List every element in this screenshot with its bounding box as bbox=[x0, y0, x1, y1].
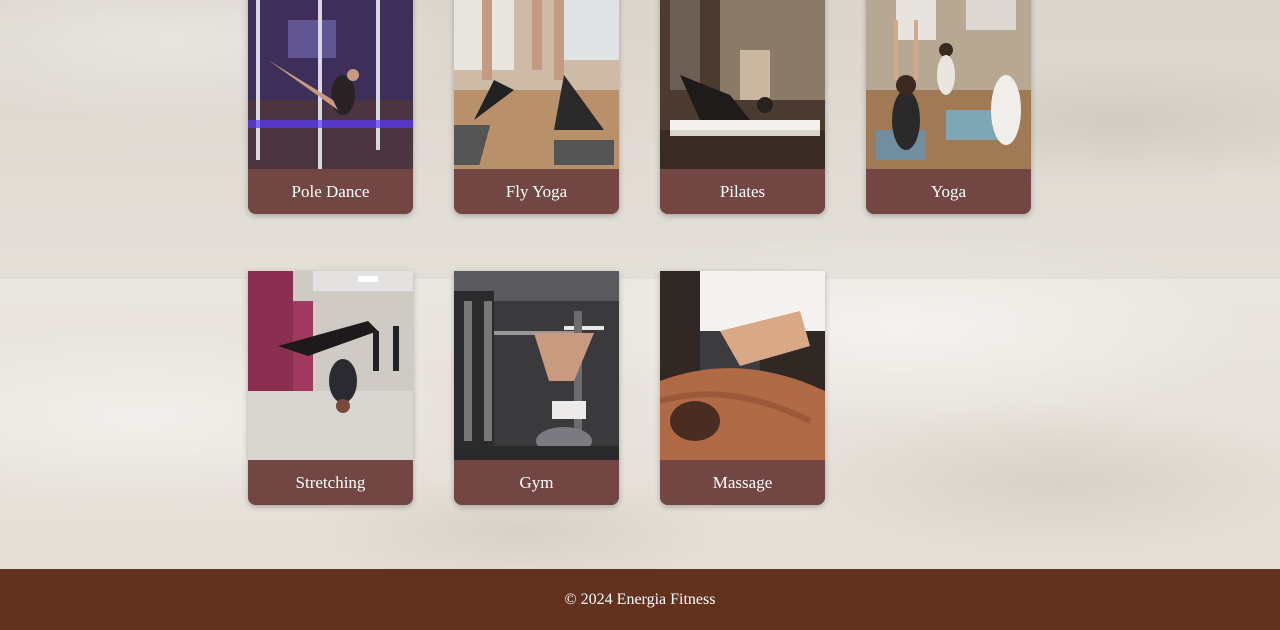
class-card-label: Massage bbox=[660, 460, 825, 505]
class-card-label: Pole Dance bbox=[248, 169, 413, 214]
class-card-pole-dance[interactable]: Pole Dance bbox=[248, 0, 413, 214]
class-card-label: Yoga bbox=[866, 169, 1031, 214]
section-background-band bbox=[0, 0, 1280, 279]
pilates-photo bbox=[660, 0, 825, 169]
fly-yoga-photo bbox=[454, 0, 619, 169]
footer-copyright: © 2024 Energia Fitness bbox=[564, 591, 716, 608]
class-card-label: Pilates bbox=[660, 169, 825, 214]
site-footer: © 2024 Energia Fitness bbox=[0, 569, 1280, 630]
massage-photo bbox=[660, 271, 825, 460]
class-card-stretching[interactable]: Stretching bbox=[248, 271, 413, 505]
yoga-photo bbox=[866, 0, 1031, 169]
class-card-fly-yoga[interactable]: Fly Yoga bbox=[454, 0, 619, 214]
gym-photo bbox=[454, 271, 619, 460]
class-card-label: Stretching bbox=[248, 460, 413, 505]
class-card-massage[interactable]: Massage bbox=[660, 271, 825, 505]
class-card-pilates[interactable]: Pilates bbox=[660, 0, 825, 214]
pole-dance-photo bbox=[248, 0, 413, 169]
stretching-photo bbox=[248, 271, 413, 460]
class-card-gym[interactable]: Gym bbox=[454, 271, 619, 505]
class-card-label: Fly Yoga bbox=[454, 169, 619, 214]
class-card-yoga[interactable]: Yoga bbox=[866, 0, 1031, 214]
class-card-label: Gym bbox=[454, 460, 619, 505]
